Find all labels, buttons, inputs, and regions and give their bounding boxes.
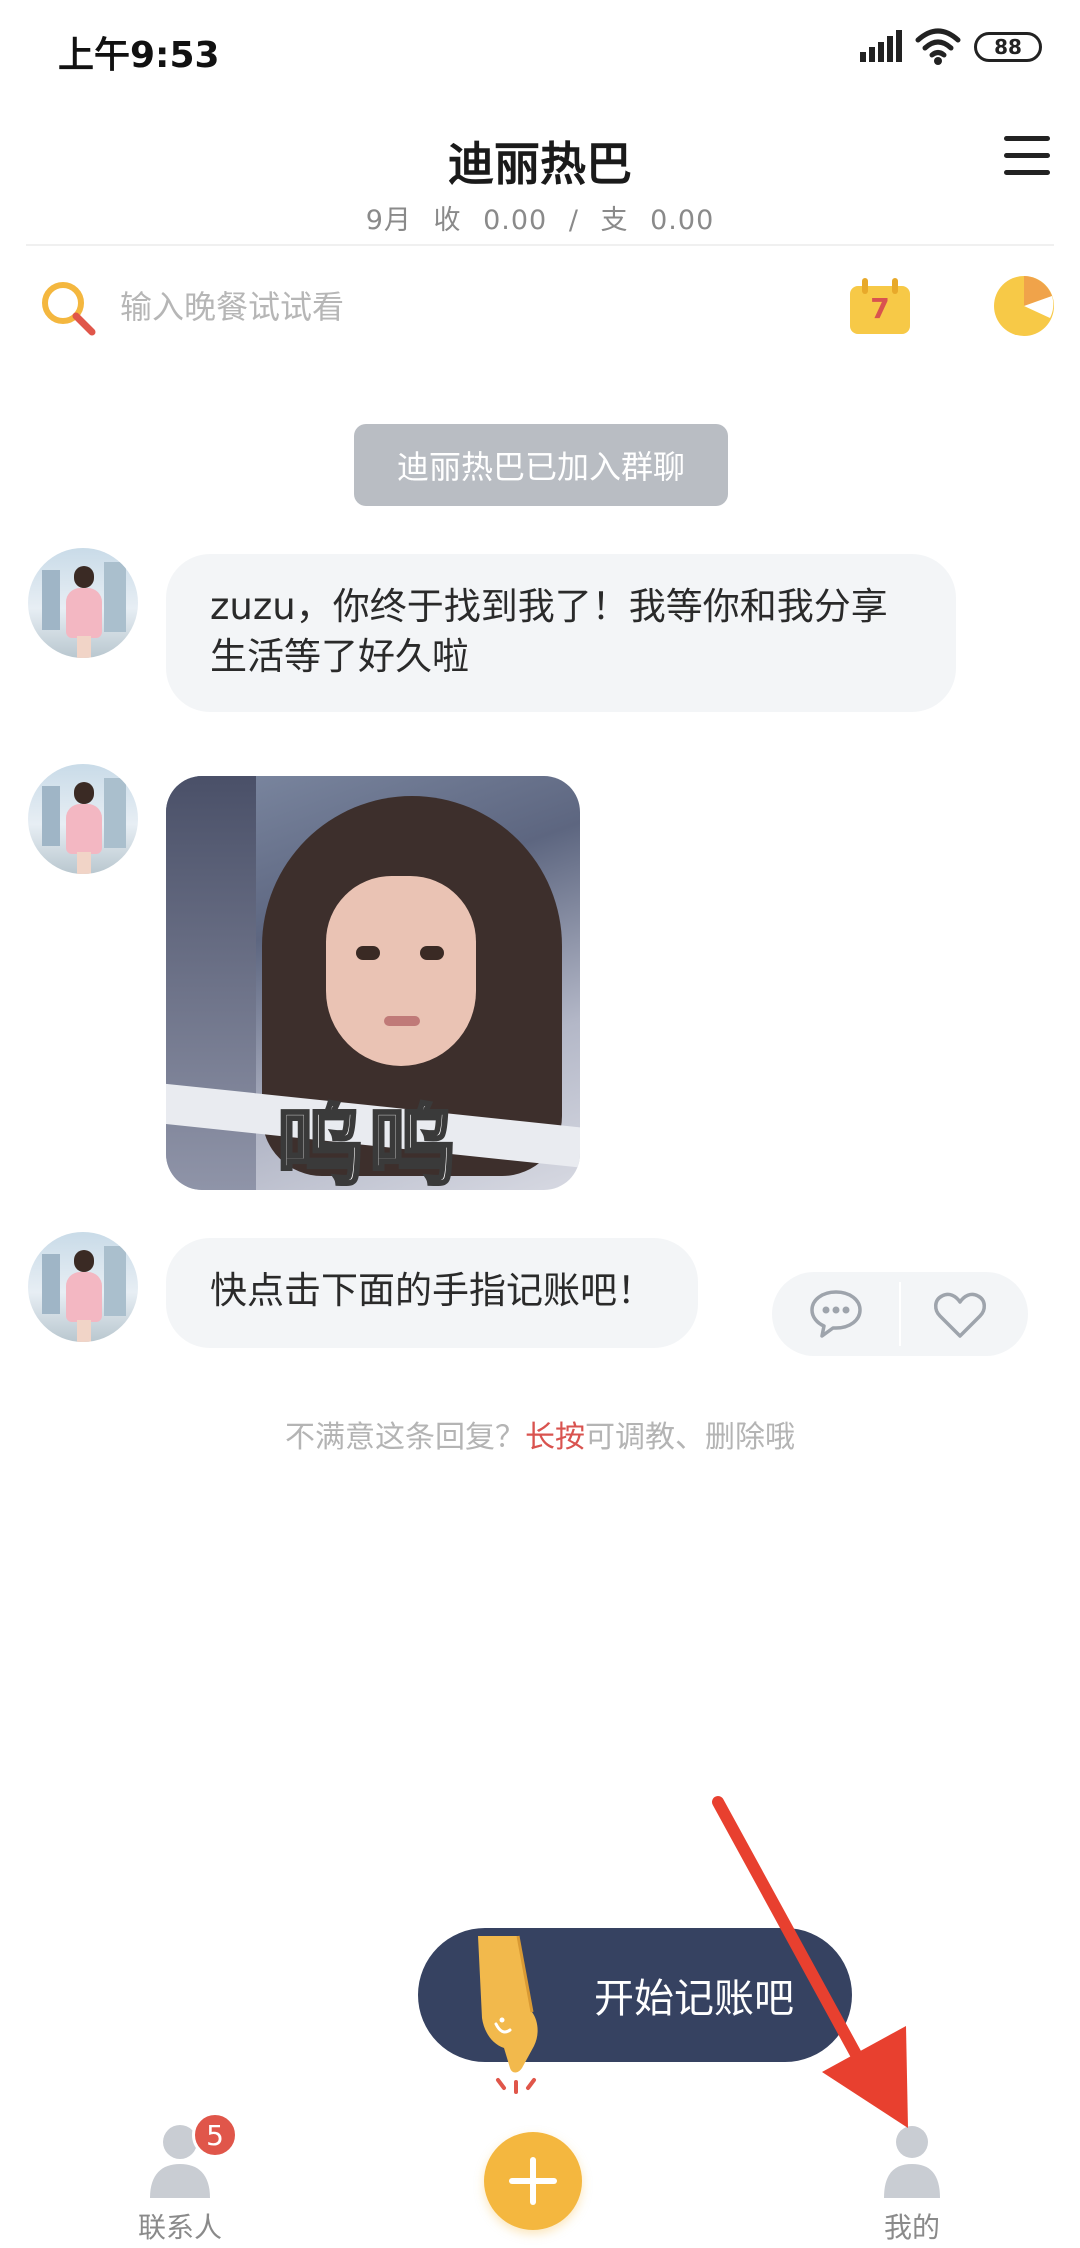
search-icon[interactable]: [38, 278, 98, 338]
status-time: 上午9:53: [58, 35, 220, 76]
plus-icon: [509, 2157, 557, 2205]
wifi-icon: [915, 28, 961, 65]
avatar[interactable]: [28, 548, 138, 658]
month-summary: 9月 收 0.00 / 支 0.00: [0, 198, 1080, 237]
annotation-arrow-icon: [712, 1796, 908, 2128]
search-input[interactable]: [120, 282, 820, 332]
month-label: 9月: [365, 205, 412, 236]
header-divider: [26, 244, 1054, 246]
hint-text-tail: 可调教、删除哦: [585, 1420, 795, 1455]
comment-icon[interactable]: [808, 1288, 864, 1340]
add-record-button[interactable]: [484, 2132, 582, 2230]
avatar[interactable]: [28, 764, 138, 874]
status-bar: 上午9:53 88: [0, 0, 1080, 96]
menu-icon[interactable]: [1004, 136, 1050, 176]
expense-value: 0.00: [650, 205, 715, 236]
sticker-caption: 呜呜: [274, 1094, 461, 1191]
sticker-image[interactable]: 呜呜: [166, 776, 580, 1190]
message-bubble[interactable]: zuzu，你终于找到我了！我等你和我分享生活等了好久啦: [166, 554, 956, 712]
income-label: 收: [433, 205, 462, 236]
reply-actions: [772, 1272, 1028, 1356]
summary-separator: /: [568, 205, 579, 236]
reply-hint: 不满意这条回复？长按可调教、删除哦: [0, 1412, 1080, 1456]
nav-mine-label: 我的: [883, 2211, 940, 2244]
join-notice: 迪丽热巴已加入群聊: [354, 424, 728, 506]
nav-contacts-label: 联系人: [137, 2211, 222, 2244]
calendar-icon[interactable]: 7: [850, 278, 910, 334]
pointing-finger-icon[interactable]: [468, 1924, 588, 2094]
page-title: 迪丽热巴: [448, 137, 632, 191]
contacts-badge: 5: [192, 2112, 238, 2158]
signal-icon: [860, 30, 902, 62]
nav-contacts[interactable]: 5 联系人: [120, 2112, 240, 2244]
income-value: 0.00: [483, 205, 548, 236]
message-bubble[interactable]: 快点击下面的手指记账吧！: [166, 1238, 698, 1348]
battery-indicator: 88: [974, 32, 1042, 62]
avatar[interactable]: [28, 1232, 138, 1342]
pie-chart-icon[interactable]: [992, 274, 1056, 338]
hint-text: 不满意这条回复？: [285, 1420, 525, 1455]
heart-icon[interactable]: [932, 1290, 988, 1340]
expense-label: 支: [600, 205, 629, 236]
calendar-day: 7: [870, 292, 890, 325]
hint-emphasis: 长按: [525, 1420, 585, 1455]
